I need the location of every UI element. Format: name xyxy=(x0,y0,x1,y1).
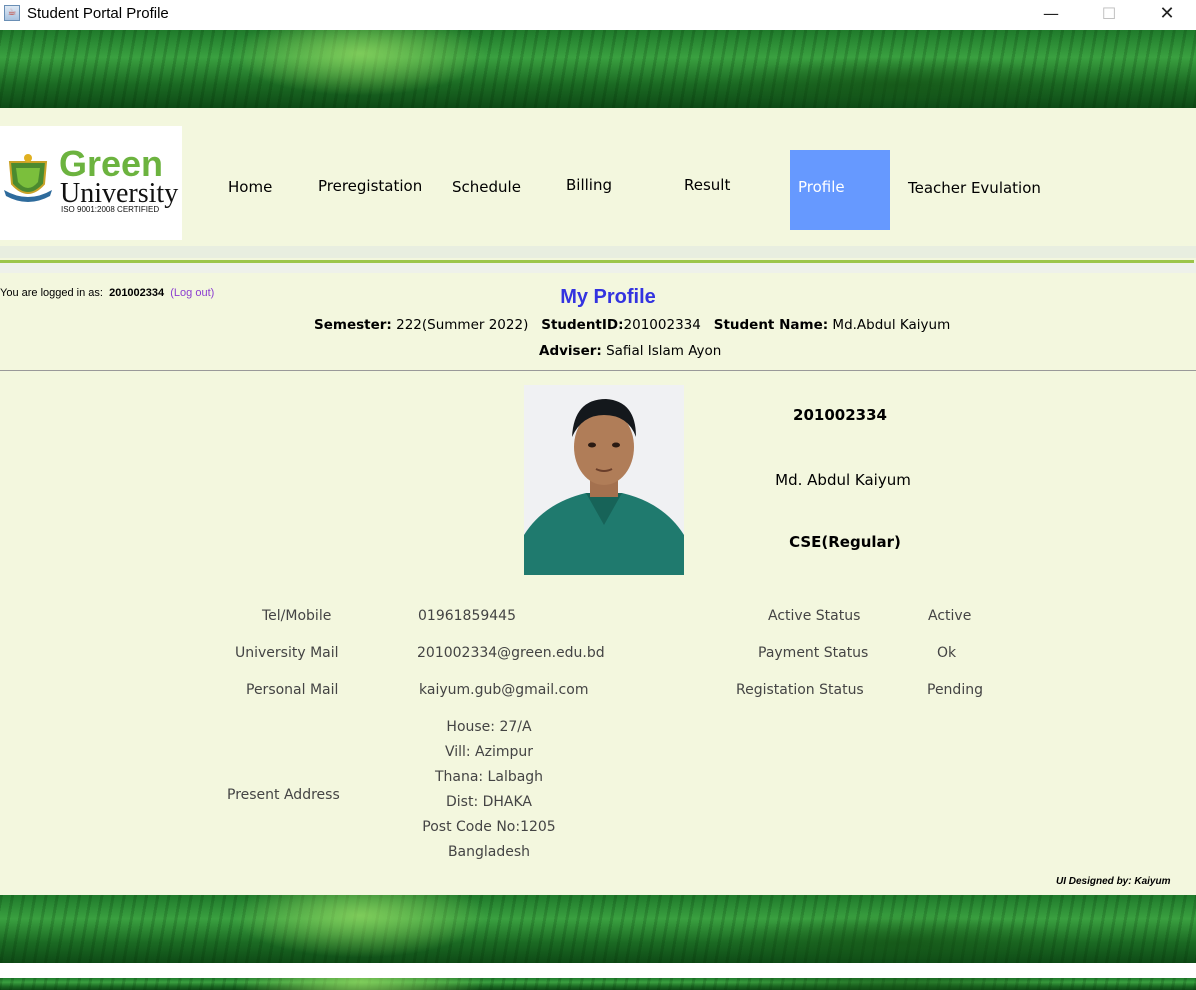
university-mail-value: 201002334@green.edu.bd xyxy=(417,645,605,661)
registation-status-value: Pending xyxy=(927,682,983,698)
student-name-value: Md.Abdul Kaiyum xyxy=(832,317,951,333)
active-status-value: Active xyxy=(928,608,972,624)
active-status-label: Active Status xyxy=(768,608,861,624)
close-button[interactable]: ✕ xyxy=(1138,0,1196,30)
adviser-label: Adviser: xyxy=(539,343,602,359)
payment-status-value: Ok xyxy=(937,645,957,661)
adviser-value: Safial Islam Ayon xyxy=(606,343,722,359)
designer-credit: UI Designed by: Kaiyum xyxy=(1056,876,1171,887)
tel-value: 01961859445 xyxy=(418,608,516,624)
profile-page: Green University ISO 9001:2008 CERTIFIED… xyxy=(0,108,1196,895)
nav-profile-label: Profile xyxy=(798,178,845,196)
bottom-banner-strip xyxy=(0,978,1196,990)
semester-line: Semester: 222(Summer 2022) StudentID:201… xyxy=(314,317,950,333)
semester-value: 222(Summer 2022) xyxy=(396,317,529,333)
adviser-line: Adviser: Safial Islam Ayon xyxy=(539,343,721,359)
nav-home[interactable]: Home xyxy=(228,178,272,196)
nav-schedule[interactable]: Schedule xyxy=(452,178,521,196)
address-line: Post Code No:1205 xyxy=(422,819,556,835)
university-crest-icon xyxy=(4,154,52,202)
address-line: Dist: DHAKA xyxy=(445,794,533,810)
logo-word-university: University xyxy=(60,178,179,209)
page-title: My Profile xyxy=(560,286,656,308)
window-title-bar: ☕ Student Portal Profile — ☐ ✕ xyxy=(0,0,1196,30)
nav-preregistation[interactable]: Preregistation xyxy=(318,177,422,195)
personal-mail-value: kaiyum.gub@gmail.com xyxy=(419,682,589,698)
student-name-label: Student Name: xyxy=(713,317,829,333)
window-title: Student Portal Profile xyxy=(27,5,169,22)
student-id-label: StudentID: xyxy=(541,317,624,333)
nav-teacher-evulation[interactable]: Teacher Evulation xyxy=(908,179,1041,197)
nav-billing[interactable]: Billing xyxy=(566,176,612,194)
address-line: Bangladesh xyxy=(447,844,531,860)
java-app-icon: ☕ xyxy=(4,5,20,21)
address-line: House: 27/A xyxy=(446,719,532,735)
registation-status-label: Registation Status xyxy=(736,682,864,698)
top-banner xyxy=(0,30,1196,108)
maximize-button[interactable]: ☐ xyxy=(1080,0,1138,30)
address-line: Thana: Lalbagh xyxy=(434,769,544,785)
semester-label: Semester: xyxy=(314,317,392,333)
personal-mail-label: Personal Mail xyxy=(246,682,339,698)
minimize-button[interactable]: — xyxy=(1022,0,1080,30)
summary-program: CSE(Regular) xyxy=(789,533,901,551)
header-divider xyxy=(0,370,1196,371)
summary-student-name: Md. Abdul Kaiyum xyxy=(775,471,911,489)
logo-word-green: Green xyxy=(59,143,164,184)
payment-status-label: Payment Status xyxy=(758,645,869,661)
summary-student-id: 201002334 xyxy=(793,406,887,424)
university-logo: Green University ISO 9001:2008 CERTIFIED xyxy=(0,126,182,240)
bottom-banner xyxy=(0,895,1196,963)
logo-iso-text: ISO 9001:2008 CERTIFIED xyxy=(61,205,160,214)
university-mail-label: University Mail xyxy=(235,645,339,661)
nav-strip-lower xyxy=(0,263,1196,273)
tel-label: Tel/Mobile xyxy=(262,608,332,624)
student-id-value: 201002334 xyxy=(623,317,701,333)
nav-strip xyxy=(0,246,1196,258)
address-line: Vill: Azimpur xyxy=(444,744,534,760)
nav-result[interactable]: Result xyxy=(684,176,730,194)
nav-profile[interactable]: Profile xyxy=(790,150,890,230)
